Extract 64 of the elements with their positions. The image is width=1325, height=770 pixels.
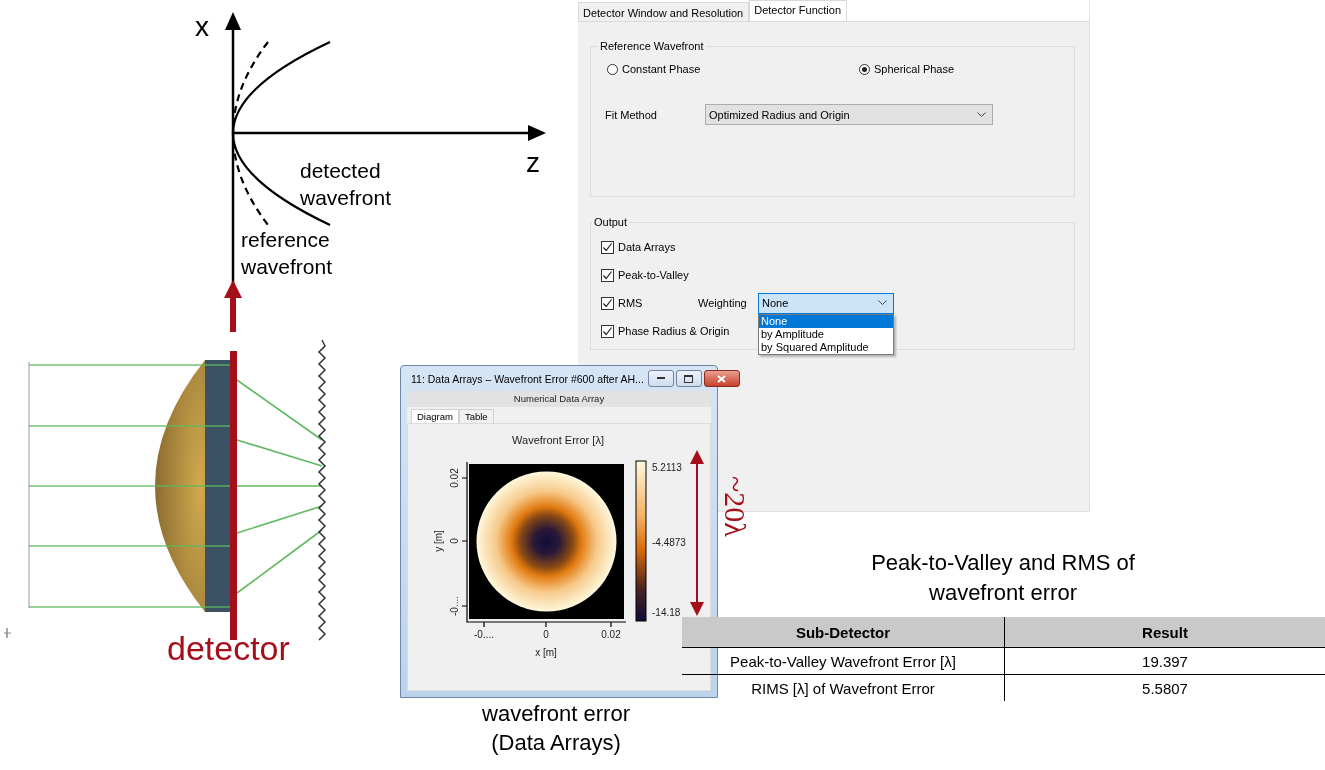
dropdown-option[interactable]: None: [759, 314, 893, 328]
plot-title: Wavefront Error [λ]: [512, 434, 604, 446]
table-cell: Peak-to-Valley Wavefront Error [λ]: [682, 647, 1005, 675]
minimize-icon: [656, 377, 665, 380]
minimize-button[interactable]: [647, 370, 674, 387]
arrow: [224, 280, 242, 332]
tick-label: 0: [449, 538, 460, 544]
checkbox[interactable]: [601, 240, 614, 254]
radio-label: Spherical Phase: [874, 63, 955, 75]
panel-header: Numerical Data Array: [407, 391, 711, 407]
tick-label: 0.02: [601, 629, 621, 640]
detector-label: detector: [167, 628, 290, 668]
axis-label: x [m]: [535, 647, 557, 658]
checkbox[interactable]: [601, 324, 614, 338]
field-label: Weighting: [698, 297, 748, 309]
axis-label: z: [526, 148, 540, 178]
checkbox-label: Phase Radius & Origin: [618, 325, 730, 337]
checkbox-label: Peak-to-Valley: [618, 269, 689, 281]
group-title: Output: [593, 216, 629, 228]
axis-label: y [m]: [433, 530, 444, 552]
chevron-icon: [977, 111, 986, 118]
dropdown-option[interactable]: by Amplitude: [759, 327, 893, 341]
tick-label: 0.02: [449, 468, 460, 488]
checkbox-label: Data Arrays: [618, 241, 676, 253]
tick-label: 0: [543, 629, 549, 640]
tab[interactable]: Diagram: [411, 409, 459, 423]
field-label: Fit Method: [605, 108, 658, 121]
close-button[interactable]: [703, 370, 740, 387]
coordinate-axes-icon: [3, 627, 12, 639]
group-title: Reference Wavefront: [599, 40, 705, 52]
tab[interactable]: Detector Function: [749, 0, 848, 21]
radio-button[interactable]: [607, 63, 618, 75]
checkbox-label: RMS: [618, 297, 643, 309]
table-cell: 19.397: [1004, 647, 1325, 675]
fit-method-dropdown[interactable]: Optimized Radius and Origin: [705, 104, 993, 125]
tick-label: -0....: [474, 629, 494, 640]
radio-label: Constant Phase: [622, 63, 701, 75]
table-cell: 5.5807: [1004, 674, 1325, 701]
results-title: Peak-to-Valley and RMS of wavefront error: [870, 549, 1136, 607]
weighting-dropdown[interactable]: None: [758, 292, 894, 314]
wavefront-label: reference wavefront: [241, 227, 334, 280]
maximize-button[interactable]: [675, 370, 702, 387]
axis-label: x: [195, 12, 209, 42]
colorbar-label: 5.2113: [652, 462, 682, 473]
tick-label: -0....: [449, 596, 460, 616]
colorbar-label: -4.4873: [652, 537, 686, 548]
window-title: 11: Data Arrays – Wavefront Error #600 after AH...: [411, 372, 644, 385]
column-header: Result: [1004, 617, 1325, 648]
tab[interactable]: Detector Window and Resolution: [578, 2, 750, 21]
dropdown-option[interactable]: by Squared Amplitude: [759, 340, 893, 354]
chevron-icon: [878, 300, 887, 306]
range-annotation: ~20λ: [718, 476, 752, 537]
tab[interactable]: Table: [458, 409, 494, 423]
close-icon: [717, 374, 727, 383]
table-cell: RIMS [λ] of Wavefront Error: [682, 674, 1005, 701]
checkbox[interactable]: [601, 268, 614, 282]
column-header: Sub-Detector: [682, 617, 1005, 648]
maximize-icon: [684, 374, 694, 383]
wavefront-label: detected wavefront: [300, 158, 393, 211]
radio-button[interactable]: [859, 63, 870, 75]
checkbox[interactable]: [601, 296, 614, 310]
caption-line: wavefront error: [481, 700, 631, 728]
colorbar-label: -14.18: [652, 607, 681, 618]
caption-line: (Data Arrays): [490, 729, 622, 757]
